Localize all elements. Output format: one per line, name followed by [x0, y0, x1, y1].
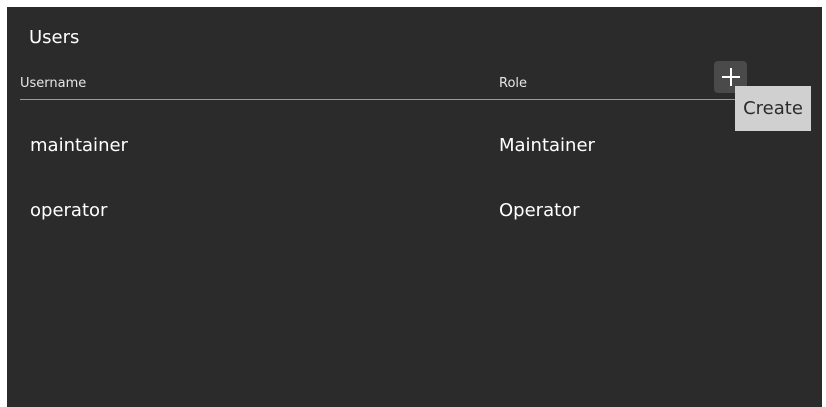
row-username: operator — [30, 200, 108, 221]
table-row[interactable]: operator Operator — [20, 190, 786, 230]
column-header-role[interactable]: Role — [499, 76, 527, 91]
table-header: Username Role — [20, 70, 786, 100]
row-username: maintainer — [30, 135, 128, 156]
row-role: Operator — [499, 200, 580, 221]
plus-icon — [721, 68, 740, 86]
table-row[interactable]: maintainer Maintainer — [20, 125, 786, 165]
users-panel: Users Username Role Create maintainer Ma… — [7, 7, 822, 407]
column-header-username[interactable]: Username — [20, 76, 86, 91]
row-role: Maintainer — [499, 135, 595, 156]
panel-title: Users — [29, 27, 80, 48]
